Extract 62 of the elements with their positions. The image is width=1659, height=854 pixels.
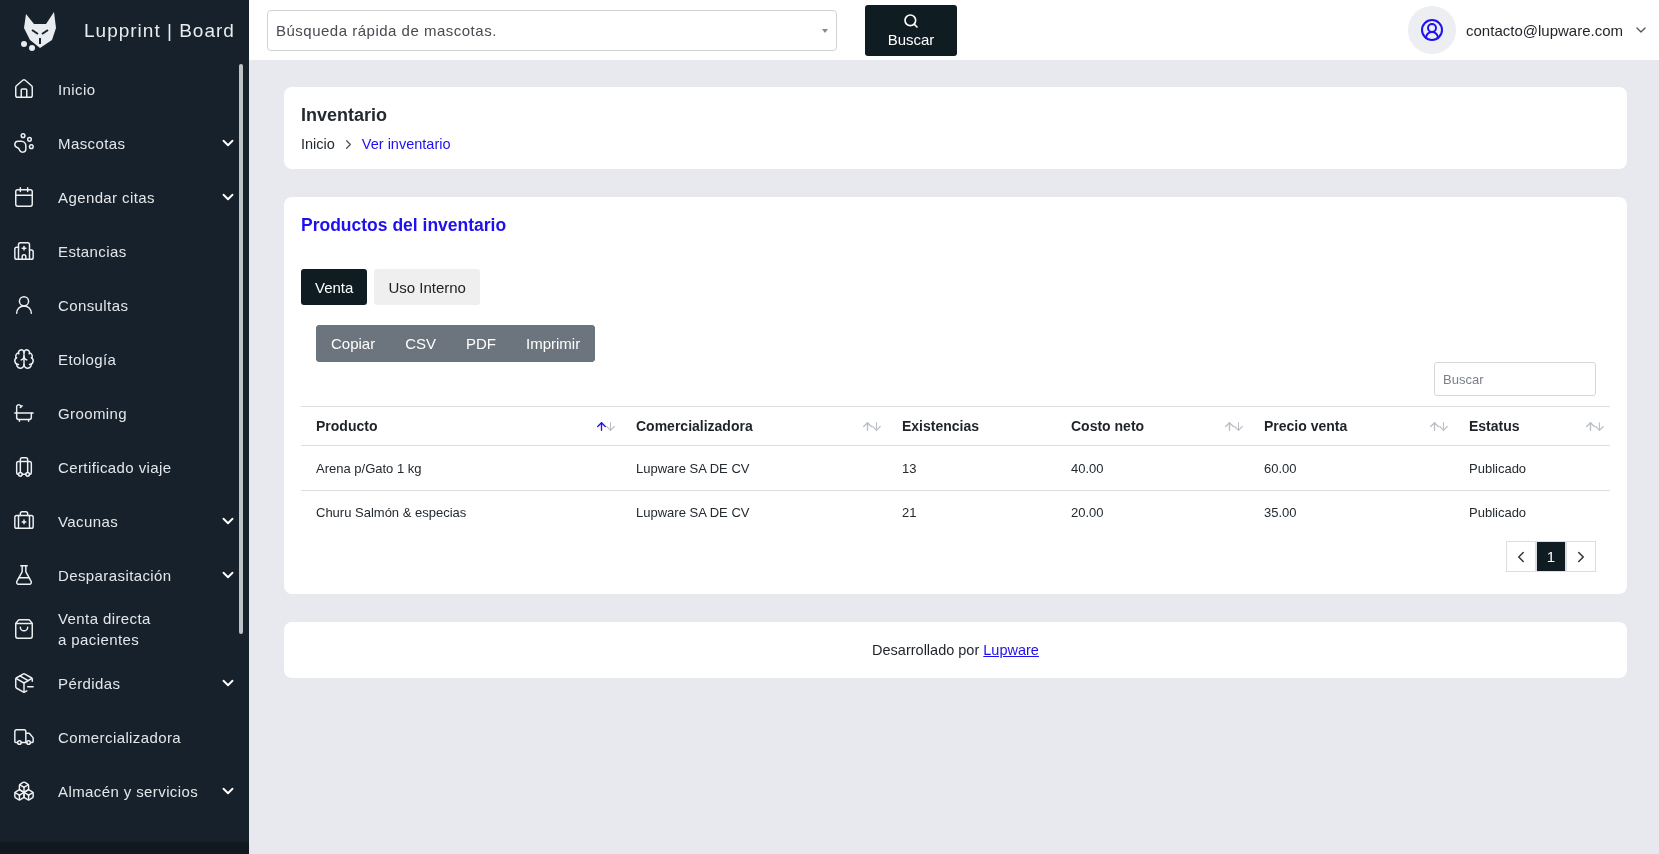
sidebar-item[interactable]: Etología — [0, 332, 237, 386]
next-page-button[interactable] — [1566, 541, 1596, 572]
table-cell: Publicado — [1454, 446, 1610, 491]
sort-arrows-icon[interactable] — [595, 419, 617, 433]
breadcrumb-link[interactable]: Inicio — [301, 136, 335, 152]
column-header[interactable]: Producto — [301, 406, 621, 446]
sidebar-item[interactable]: Vacunas — [0, 494, 237, 548]
search-field[interactable]: Búsqueda rápida de mascotas. — [267, 9, 837, 51]
column-header[interactable]: Precio venta — [1249, 406, 1454, 446]
boxes-icon — [12, 779, 36, 803]
sidebar-item[interactable]: Desparasitación — [0, 548, 237, 602]
search-button[interactable]: Buscar — [865, 4, 957, 56]
page-button[interactable]: 1 — [1536, 541, 1566, 572]
sidebar-item[interactable]: Mascotas — [0, 116, 237, 170]
house-icon — [12, 77, 36, 101]
scrollbar[interactable] — [239, 64, 243, 634]
brain-icon — [12, 347, 36, 371]
table-cell: Lupware SA DE CV — [621, 446, 887, 491]
breadcrumb-link[interactable]: Ver inventario — [361, 136, 451, 152]
table-cell-text: 21 — [901, 503, 918, 522]
previous-page-button[interactable] — [1506, 541, 1536, 572]
sidebar-item[interactable]: Grooming — [0, 386, 237, 440]
column-header[interactable]: Costo neto — [1056, 406, 1249, 446]
caret-icon — [822, 28, 828, 33]
bathtub-icon — [12, 401, 36, 425]
table-cell-text: 20.00 — [1070, 503, 1105, 522]
table-cell-text: 35.00 — [1263, 503, 1298, 522]
tab[interactable]: Venta — [301, 269, 368, 305]
user-avatar[interactable] — [1408, 6, 1457, 54]
paw-icon — [12, 131, 36, 155]
sidebar-item[interactable]: Comercializadora — [0, 710, 237, 764]
column-header[interactable]: Estatus — [1454, 406, 1610, 446]
table-cell: 40.00 — [1056, 446, 1249, 491]
column-header[interactable]: Comercializadora — [621, 406, 887, 446]
box-icon — [12, 671, 36, 695]
footer-link[interactable]: Lupware — [983, 642, 1039, 658]
sidebar-item[interactable]: Certificado viaje — [0, 440, 237, 494]
brand-name: Lupprint | Board — [84, 20, 235, 42]
sidebar-item[interactable]: Pérdidas — [0, 656, 237, 710]
sidebar-item[interactable]: Almacén y servicios — [0, 764, 237, 818]
section-title: Productos del inventario — [301, 215, 508, 236]
sidebar-item[interactable]: Consultas — [0, 278, 237, 332]
sidebar-item[interactable]: Inicio — [0, 62, 237, 116]
footer-text: Desarrollado por Lupware — [871, 642, 1040, 658]
sidebar-item[interactable]: Agendar citas — [0, 170, 237, 224]
table-search-field[interactable]: Buscar — [1434, 362, 1596, 396]
sidebar-item[interactable]: Venta directa a pacientes — [0, 602, 237, 656]
table-cell: Arena p/Gato 1 kg — [301, 446, 621, 491]
shopping-bag-icon — [12, 617, 36, 641]
table-cell: 60.00 — [1249, 446, 1454, 491]
calendar-icon — [12, 185, 36, 209]
sidebar-item[interactable]: Estancias — [0, 224, 237, 278]
hospital-icon — [12, 239, 36, 263]
table-cell-text: Lupware SA DE CV — [635, 503, 751, 522]
table-cell-text: Publicado — [1468, 503, 1528, 522]
table-cell: 13 — [887, 446, 1056, 491]
page-title: Inventario — [301, 105, 389, 126]
search-icon — [903, 12, 919, 29]
table-cell-text: Churu Salmón & especias — [315, 503, 468, 522]
column-header[interactable]: Existencias — [887, 406, 1056, 446]
tab[interactable]: Uso Interno — [374, 269, 480, 305]
user-email[interactable]: contacto@lupware.com — [1466, 21, 1623, 39]
